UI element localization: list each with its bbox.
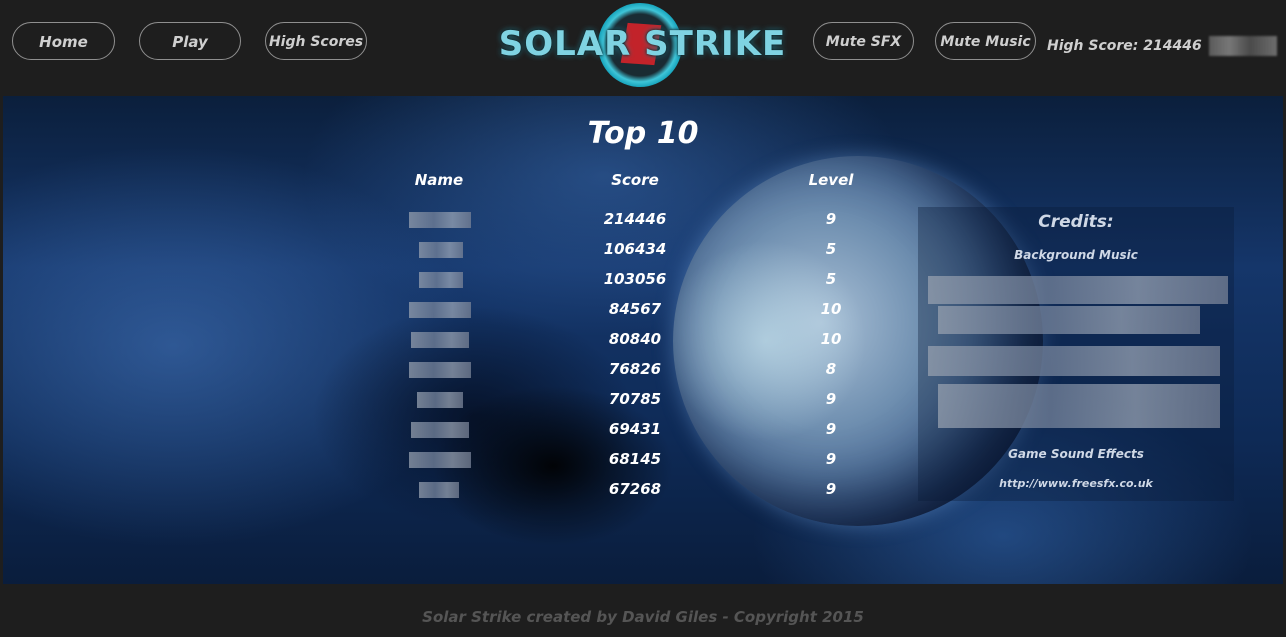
high-score-label: High Score: 214446 [1047, 38, 1202, 54]
score-cell: 80840 [608, 330, 662, 348]
score-cell: 84567 [608, 300, 662, 318]
level-cell: 8 [825, 360, 837, 378]
mute-sfx-button[interactable]: Mute SFX [813, 22, 914, 60]
level-cell: 10 [820, 330, 842, 348]
background-music-heading: Background Music [1014, 248, 1138, 262]
level-cell: 10 [820, 300, 842, 318]
high-scores-button[interactable]: High Scores [265, 22, 367, 60]
level-cell: 5 [825, 270, 837, 288]
score-cell: 214446 [603, 210, 667, 228]
redacted-name [419, 242, 463, 258]
score-cell: 67268 [608, 480, 662, 498]
score-cell: 76826 [608, 360, 662, 378]
redacted-name [409, 302, 471, 318]
level-column-header: Level [808, 171, 854, 189]
score-cell: 106434 [603, 240, 667, 258]
credits-title: Credits: [1038, 212, 1114, 232]
redacted-name [409, 212, 471, 228]
redacted-credit-text [938, 306, 1200, 334]
redacted-name [411, 422, 469, 438]
level-cell: 5 [825, 240, 837, 258]
home-button[interactable]: Home [12, 22, 115, 60]
score-cell: 103056 [603, 270, 667, 288]
redacted-name [417, 392, 463, 408]
level-cell: 9 [825, 480, 837, 498]
redacted-name [419, 272, 463, 288]
score-column-header: Score [611, 171, 659, 189]
redacted-credit-text [938, 384, 1220, 428]
level-cell: 9 [825, 420, 837, 438]
mute-music-button[interactable]: Mute Music [935, 22, 1036, 60]
sound-effects-heading: Game Sound Effects [1008, 447, 1144, 461]
score-cell: 68145 [608, 450, 662, 468]
redacted-name [409, 362, 471, 378]
play-button[interactable]: Play [139, 22, 241, 60]
redacted-credit-text [928, 346, 1220, 376]
score-cell: 70785 [608, 390, 662, 408]
freesfx-link[interactable]: http://www.freesfx.co.uk [918, 477, 1234, 490]
level-cell: 9 [825, 450, 837, 468]
redacted-name [409, 452, 471, 468]
redacted-name [411, 332, 469, 348]
level-cell: 9 [825, 210, 837, 228]
score-cell: 69431 [608, 420, 662, 438]
redacted-player-name [1208, 36, 1277, 56]
level-cell: 9 [825, 390, 837, 408]
high-score-display: High Score: 214446 [1047, 36, 1277, 56]
copyright-text: Solar Strike created by David Giles - Co… [422, 608, 864, 626]
solar-strike-logo[interactable]: SOLAR STRIKE [490, 0, 795, 92]
leaderboard-title: Top 10 [587, 116, 699, 151]
redacted-credit-text [928, 276, 1228, 304]
name-column-header: Name [414, 171, 464, 189]
logo-text: SOLAR STRIKE [498, 24, 787, 64]
redacted-name [419, 482, 459, 498]
